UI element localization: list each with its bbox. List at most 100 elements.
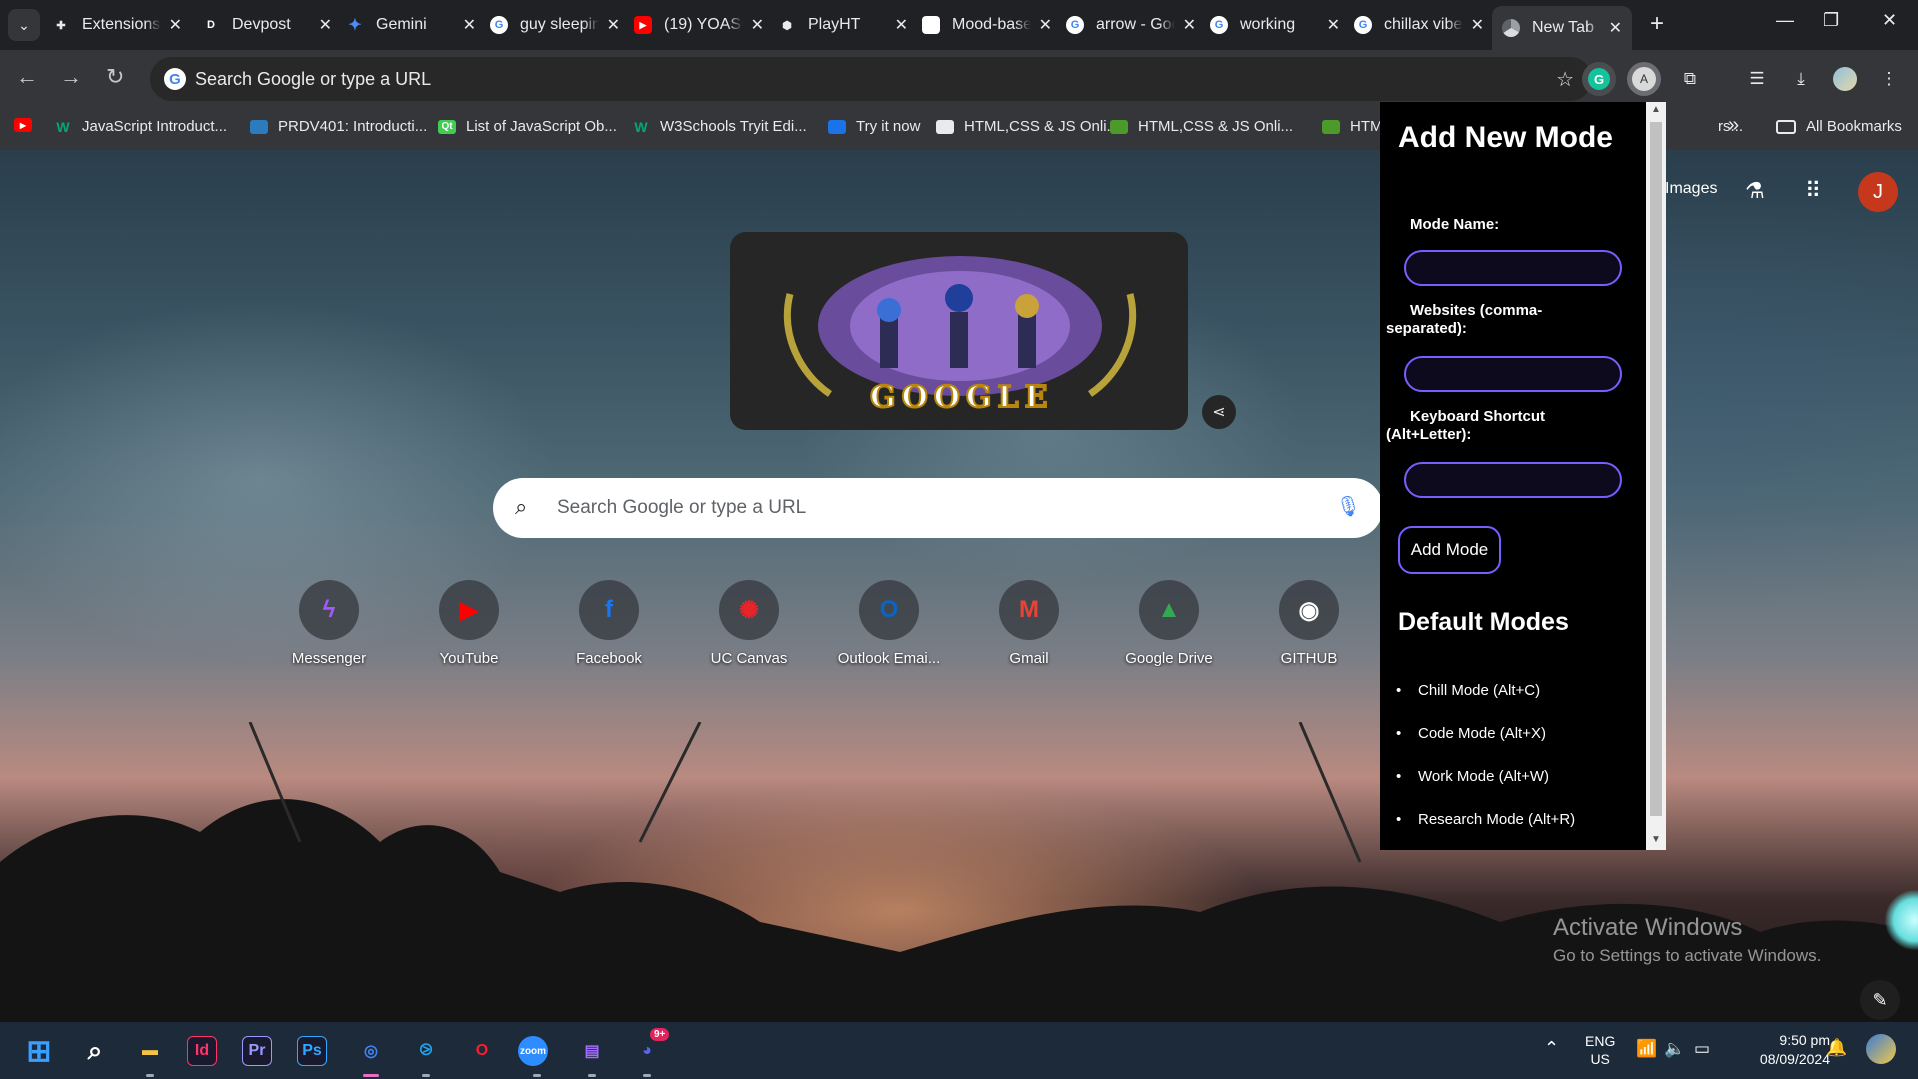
shortcut-tile[interactable]: ▲ Google Drive <box>1104 580 1234 667</box>
downloads-button[interactable]: ⤓ <box>1784 62 1818 96</box>
google-apps-button[interactable]: ⠿ <box>1805 178 1821 204</box>
bookmark-item[interactable]: Try it now <box>828 118 920 135</box>
back-button[interactable]: ← <box>16 64 38 90</box>
wifi-icon[interactable]: 📶 <box>1636 1039 1657 1059</box>
bookmark-item[interactable]: HTML,CSS & JS Onli... <box>936 118 1119 135</box>
language-indicator[interactable]: ENG US <box>1585 1032 1615 1068</box>
windows-start-icon[interactable]: ⊞ <box>20 1032 58 1070</box>
battery-icon[interactable]: ▭ <box>1694 1039 1710 1059</box>
google-account-avatar[interactable]: J <box>1858 172 1898 212</box>
close-tab-icon[interactable]: ✕ <box>1327 15 1340 35</box>
tab-5[interactable]: ⬢ PlayHT ✕ <box>768 8 918 42</box>
grammarly-extension-button[interactable]: G <box>1582 62 1616 96</box>
clock[interactable]: 9:50 pm 08/09/2024 <box>1736 1031 1830 1069</box>
running-indicator <box>422 1074 430 1077</box>
tab-8[interactable]: Gworking ✕ <box>1200 8 1350 42</box>
tab-0[interactable]: ✚ Extensions ✕ <box>42 8 192 42</box>
photoshop-icon[interactable]: Ps <box>297 1036 327 1066</box>
tab-1[interactable]: D Devpost ✕ <box>192 8 342 42</box>
customize-chrome-button[interactable]: ✎ <box>1860 980 1900 1020</box>
opera-icon[interactable]: O <box>463 1032 501 1070</box>
copilot-icon[interactable] <box>1866 1034 1896 1064</box>
reload-button[interactable]: ↻ <box>106 64 124 90</box>
tab-9[interactable]: Gchillax vibes ✕ <box>1344 8 1494 42</box>
shortcut-label: Google Drive <box>1125 650 1213 667</box>
close-tab-icon[interactable]: ✕ <box>463 15 476 35</box>
restore-button[interactable]: ❐ <box>1823 10 1839 31</box>
google-doodle[interactable]: GOOGLE <box>730 232 1188 430</box>
shortcut-label: Messenger <box>291 650 367 667</box>
scroll-down-icon[interactable]: ▼ <box>1651 834 1661 845</box>
close-tab-icon[interactable]: ✕ <box>1039 15 1052 35</box>
profile-button[interactable] <box>1828 62 1862 96</box>
reading-list-button[interactable]: ☰ <box>1740 62 1774 96</box>
tab-2[interactable]: ✦ Gemini ✕ <box>336 8 486 42</box>
bookmark-item[interactable]: ▶ <box>14 118 42 132</box>
websites-input[interactable] <box>1404 356 1622 392</box>
scrollbar-thumb[interactable] <box>1650 122 1662 816</box>
volume-icon[interactable]: 🔈 <box>1664 1039 1685 1059</box>
images-link[interactable]: Images <box>1665 180 1717 198</box>
shortcut-tile[interactable]: O Outlook Emai... <box>824 580 954 667</box>
extensions-button[interactable]: ⧉ <box>1673 62 1707 96</box>
labs-button[interactable]: ⚗ <box>1745 178 1765 204</box>
search-icon[interactable]: ⌕ <box>76 1032 114 1070</box>
chrome-icon[interactable]: ◎ <box>352 1032 390 1070</box>
bookmarks-overflow-button[interactable]: » <box>1720 114 1739 137</box>
shortcut-tile[interactable]: ✺ UC Canvas <box>684 580 814 667</box>
tab-4[interactable]: ▶ (19) YOASOBI ✕ <box>624 8 774 42</box>
bookmark-item[interactable]: W W3Schools Tryit Edi... <box>632 118 806 135</box>
microphone-icon[interactable]: 🎙 <box>1336 494 1361 519</box>
close-tab-icon[interactable]: ✕ <box>1609 18 1622 38</box>
close-tab-icon[interactable]: ✕ <box>751 15 764 35</box>
minimize-button[interactable]: — <box>1776 10 1794 31</box>
bookmark-star-button[interactable]: ☆ <box>1556 67 1574 92</box>
close-tab-icon[interactable]: ✕ <box>169 15 182 35</box>
shortcut-tile[interactable]: M Gmail <box>964 580 1094 667</box>
show-hidden-icons-button[interactable]: ⌃ <box>1544 1038 1559 1059</box>
close-tab-icon[interactable]: ✕ <box>1183 15 1196 35</box>
address-bar[interactable]: G Search Google or type a URL ☆ <box>150 57 1592 101</box>
shortcut-tile[interactable]: ▶ YouTube <box>404 580 534 667</box>
indesign-icon[interactable]: Id <box>187 1036 217 1066</box>
mode-name-input[interactable] <box>1404 250 1622 286</box>
notification-bell-icon[interactable]: 🔔 <box>1826 1038 1847 1058</box>
popup-scrollbar[interactable]: ▲ ▼ <box>1646 102 1666 850</box>
tab-7[interactable]: Garrow - Google ✕ <box>1056 8 1206 42</box>
bookmark-item[interactable]: HTM <box>1322 118 1383 135</box>
mode-extension-button[interactable]: A <box>1627 62 1661 96</box>
bookmark-label: HTM <box>1350 118 1383 135</box>
zoom-icon[interactable]: zoom <box>518 1036 548 1066</box>
close-tab-icon[interactable]: ✕ <box>319 15 332 35</box>
tab-search-button[interactable]: ⌄ <box>8 9 40 41</box>
chrome-menu-button[interactable]: ⋮ <box>1872 62 1906 96</box>
close-window-button[interactable]: ✕ <box>1882 10 1897 31</box>
close-tab-icon[interactable]: ✕ <box>1471 15 1484 35</box>
scroll-up-icon[interactable]: ▲ <box>1651 104 1661 115</box>
add-mode-button[interactable]: Add Mode <box>1398 526 1501 574</box>
clipchamp-icon[interactable]: ▤ <box>573 1032 611 1070</box>
bookmark-item[interactable]: Qt List of JavaScript Ob... <box>438 118 617 135</box>
tab-10[interactable]: New Tab ✕ <box>1492 6 1632 50</box>
premiere-icon[interactable]: Pr <box>242 1036 272 1066</box>
tab-3[interactable]: Gguy sleeping ✕ <box>480 8 630 42</box>
new-tab-button[interactable]: + <box>1650 12 1664 36</box>
vscode-icon[interactable]: ⧁ <box>407 1032 445 1070</box>
tab-6[interactable]: Mood-based ✕ <box>912 8 1062 42</box>
close-tab-icon[interactable]: ✕ <box>607 15 620 35</box>
bookmark-item[interactable]: PRDV401: Introducti... <box>250 118 427 135</box>
shortcut-tile[interactable]: f Facebook <box>544 580 674 667</box>
bookmark-item[interactable]: W JavaScript Introduct... <box>54 118 227 135</box>
arrow-right-icon: → <box>60 64 82 89</box>
file-explorer-icon[interactable]: ▬ <box>131 1032 169 1070</box>
bookmark-item[interactable]: HTML,CSS & JS Onli... <box>1110 118 1293 135</box>
shortcut-tile[interactable]: ϟ Messenger <box>264 580 394 667</box>
forward-button[interactable]: → <box>60 64 82 90</box>
shortcut-tile[interactable]: ◉ GITHUB <box>1244 580 1374 667</box>
doodle-share-button[interactable]: ⋖ <box>1202 395 1236 429</box>
keyboard-shortcut-input[interactable] <box>1404 462 1622 498</box>
close-tab-icon[interactable]: ✕ <box>895 15 908 35</box>
google-search-box[interactable]: ⌕ Search Google or type a URL 🎙 <box>493 478 1383 538</box>
browser-toolbar: ← → ↻ G Search Google or type a URL ☆ G … <box>0 50 1918 108</box>
all-bookmarks-button[interactable]: All Bookmarks <box>1776 118 1902 135</box>
